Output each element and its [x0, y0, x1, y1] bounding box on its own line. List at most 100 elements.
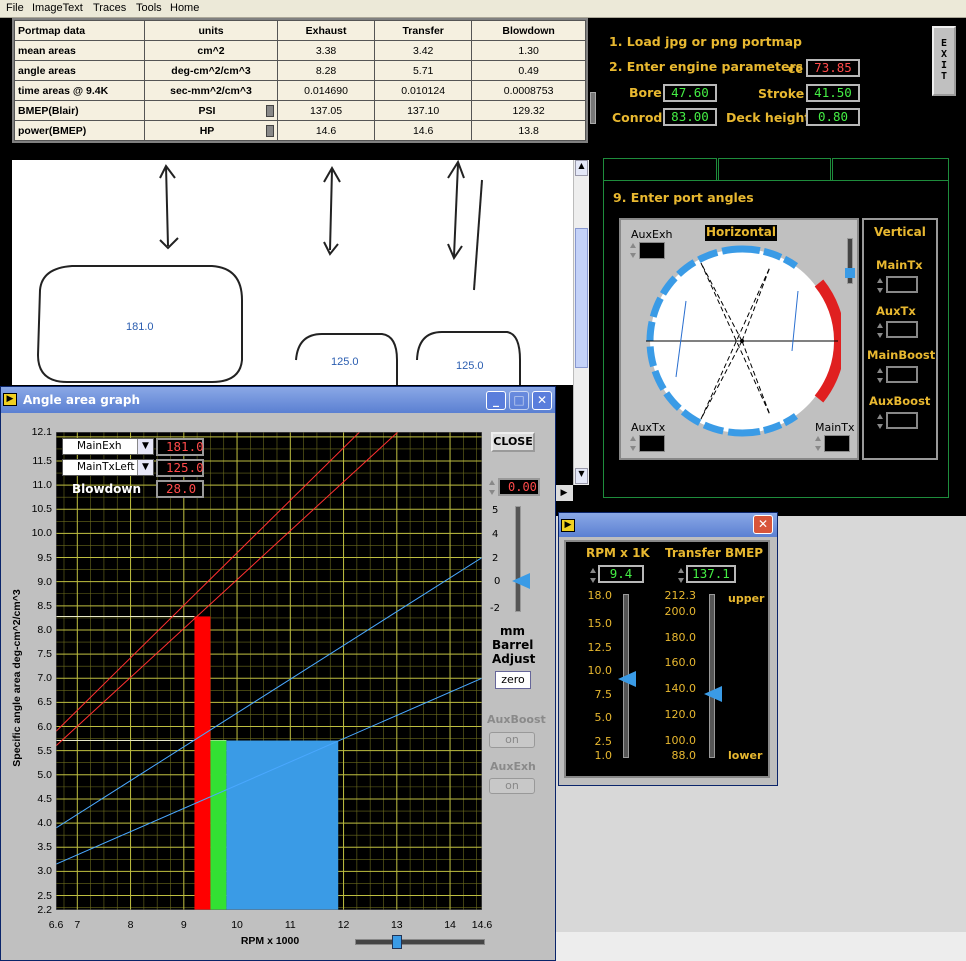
chevron-down-icon[interactable]: ▼ [137, 439, 153, 454]
menu-tools[interactable]: Tools [136, 2, 162, 14]
bmep-field[interactable]: 137.1 [686, 565, 736, 583]
bmep-tick-label: 180.0 [664, 630, 697, 644]
table-header: Blowdown [471, 20, 586, 41]
tab-2[interactable] [718, 158, 831, 180]
menu-traces[interactable]: Traces [93, 2, 126, 14]
stroke-field[interactable]: 41.50 [806, 84, 860, 102]
exit-label: EXIT [940, 38, 948, 82]
maintx-spinner-icon[interactable] [877, 277, 884, 294]
bmep-spinner-icon[interactable] [678, 567, 685, 584]
scroll-right-icon[interactable]: ▶ [555, 485, 573, 501]
series1-select[interactable]: MainExh ▼ [62, 438, 154, 455]
auxexh-label: AuxExh [631, 228, 673, 241]
series1-value[interactable]: 181.0 [156, 438, 204, 456]
exit-button[interactable]: EXIT [932, 26, 956, 96]
deck-height-field[interactable]: 0.80 [806, 108, 860, 126]
tab-3-active[interactable] [832, 158, 949, 180]
y-tick-label: 10.5 [31, 503, 52, 516]
chevron-down-icon[interactable]: ▼ [137, 460, 153, 475]
x-tick-label: 14 [444, 919, 456, 931]
horizontal-label: Horizontal [705, 225, 777, 241]
auxtx-spinner-icon[interactable] [877, 322, 884, 339]
auxboost-spinner-icon[interactable] [877, 413, 884, 430]
bmep-label: Transfer BMEP [665, 546, 764, 560]
menu-bar: File ImageText Traces Tools Home [0, 0, 966, 18]
table-row: angle areas deg-cm^2/cm^3 8.28 5.71 0.49 [14, 60, 586, 81]
table-cell: time areas @ 9.4K [14, 80, 145, 101]
mainboost-spinner-icon[interactable] [877, 367, 884, 384]
conrod-field[interactable]: 83.00 [663, 108, 717, 126]
auxexh-toggle[interactable]: on [489, 778, 535, 794]
units-select-hp[interactable]: HP [144, 120, 278, 141]
y-axis-title-wrap: Specific angle area deg-cm^2/cm^3 [2, 560, 32, 800]
series1-label: MainExh [77, 440, 122, 452]
close-icon[interactable]: ✕ [532, 391, 552, 410]
window-title: Angle area graph [1, 387, 555, 413]
barrel-spinner-icon[interactable] [489, 479, 496, 496]
vertical-mainboost-field[interactable] [886, 366, 918, 383]
cc-field[interactable]: 73.85 [806, 59, 860, 77]
auxexh-spinner-icon[interactable] [630, 242, 637, 259]
vertical-maintx-field[interactable] [886, 276, 918, 293]
dial-slider-thumb[interactable] [845, 268, 855, 278]
series2-value[interactable]: 125.0 [156, 459, 204, 477]
bmep-slider[interactable] [709, 594, 715, 758]
table-cell: 0.010124 [374, 80, 473, 101]
barrel-tick: 2 [492, 553, 499, 564]
minimize-button[interactable]: _ [486, 391, 506, 410]
table-cell: BMEP(Blair) [14, 100, 145, 121]
bmep-slider-thumb[interactable] [704, 686, 722, 702]
table-cell: 129.32 [471, 100, 586, 121]
scroll-up-icon[interactable]: ▲ [575, 160, 588, 176]
menu-imagetext[interactable]: ImageText [32, 2, 83, 14]
select-handle-icon[interactable] [266, 124, 274, 137]
x-scroll-thumb[interactable] [392, 935, 402, 949]
zero-button[interactable]: zero [495, 671, 531, 689]
table-cell: 14.6 [276, 120, 376, 141]
table-scrollbar[interactable] [590, 92, 596, 124]
barrel-tick: 0 [494, 576, 501, 587]
vertical-auxtx-field[interactable] [886, 321, 918, 338]
y-tick-label: 2.5 [37, 889, 52, 902]
scroll-down-icon[interactable]: ▼ [575, 468, 588, 484]
y-tick-label: 3.0 [37, 865, 52, 878]
close-button[interactable]: CLOSE [491, 432, 535, 452]
scroll-thumb[interactable] [575, 228, 588, 368]
image-vertical-scrollbar[interactable]: ▲ ▼ [573, 160, 589, 485]
barrel-slider[interactable] [515, 506, 521, 612]
table-cell: 0.0008753 [471, 80, 586, 101]
portmap-image[interactable]: 181.0 125.0 125.0 [12, 160, 574, 385]
x-scroll-slider[interactable] [355, 939, 485, 945]
table-cell: 137.05 [276, 100, 376, 121]
deck-height-label: Deck height [726, 110, 811, 125]
port-dial[interactable] [646, 245, 841, 440]
upper-label: upper [728, 592, 765, 605]
barrel-slider-thumb[interactable] [512, 573, 530, 589]
units-select-psi[interactable]: PSI [144, 100, 278, 121]
port-label: 181.0 [126, 321, 154, 333]
tab-1[interactable] [603, 158, 717, 180]
vertical-auxboost-field[interactable] [886, 412, 918, 429]
select-handle-icon[interactable] [266, 104, 274, 117]
barrel-value[interactable]: 0.00 [498, 478, 540, 496]
maximize-button[interactable]: □ [509, 391, 529, 410]
x-axis-title: RPM x 1000 [240, 935, 300, 947]
table-header: Transfer [374, 20, 473, 41]
rpm-spinner-icon[interactable] [590, 567, 597, 584]
series2-select[interactable]: MainTxLeft ▼ [62, 459, 154, 476]
bore-field[interactable]: 47.60 [663, 84, 717, 102]
table-cell: deg-cm^2/cm^3 [144, 60, 278, 81]
close-icon[interactable]: ✕ [753, 515, 773, 534]
rpm-slider-thumb[interactable] [618, 671, 636, 687]
menu-home[interactable]: Home [170, 2, 199, 14]
unit-label: HP [199, 124, 215, 137]
barrel-label: Barrel [492, 638, 534, 652]
auxboost-toggle[interactable]: on [489, 732, 535, 748]
auxtx-spinner-icon[interactable] [630, 435, 637, 452]
table-cell: 14.6 [374, 120, 473, 141]
rpm-field[interactable]: 9.4 [598, 565, 644, 583]
x-tick-label: 14.6 [471, 919, 493, 931]
blowdown-value[interactable]: 28.0 [156, 480, 204, 498]
table-cell: 137.10 [374, 100, 473, 121]
menu-file[interactable]: File [6, 2, 24, 14]
